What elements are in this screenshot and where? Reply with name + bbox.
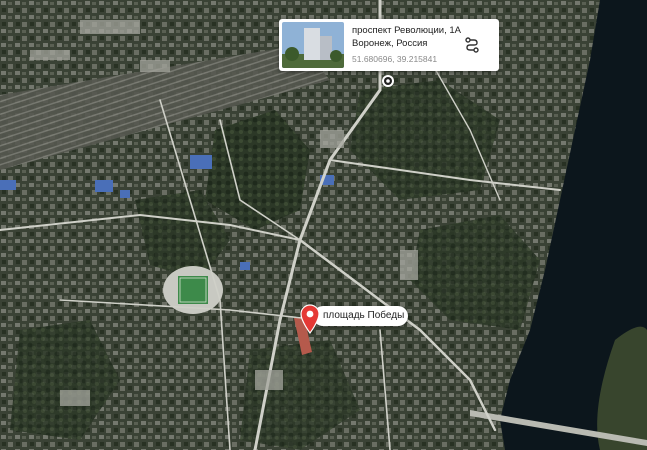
address-line-city: Воронеж, Россия xyxy=(352,38,428,49)
address-line-street: проспект Революции, 1А xyxy=(352,25,461,36)
location-point-icon[interactable] xyxy=(381,74,395,88)
map-pin-icon[interactable] xyxy=(300,304,320,335)
route-icon xyxy=(465,37,479,53)
place-label-victory-square[interactable]: площадь Победы xyxy=(313,306,408,326)
building-photo-icon xyxy=(282,22,344,68)
place-info-card[interactable]: проспект Революции, 1А Воронеж, Россия 5… xyxy=(279,19,499,71)
place-photo-thumbnail[interactable] xyxy=(282,22,344,68)
coordinates-text: 51.680696, 39.215841 xyxy=(352,54,438,64)
route-button[interactable] xyxy=(461,34,483,56)
